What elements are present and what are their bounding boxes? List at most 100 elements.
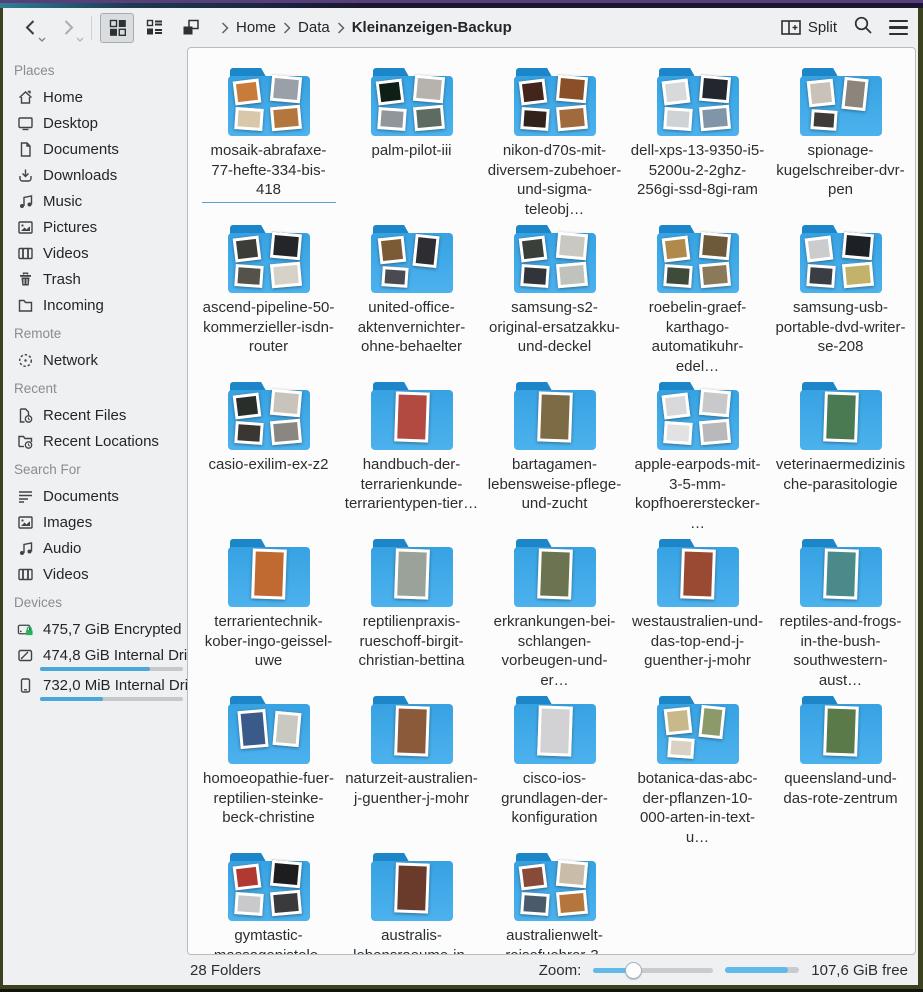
split-label: Split: [808, 19, 837, 36]
sidebar-item-474-8-gib-internal-dri[interactable]: 474,8 GiB Internal Dri…: [3, 642, 187, 672]
photo-thumbnail: [699, 419, 731, 446]
folder-item[interactable]: united-office-aktenvernichter-ohne-behae…: [340, 219, 483, 376]
sidebar-item-label: Home: [43, 89, 83, 106]
film-icon: [17, 245, 34, 262]
hamburger-menu-button[interactable]: [889, 20, 908, 36]
sidebar-item-732-0-mib-internal-dri[interactable]: 732,0 MiB Internal Dri…: [3, 672, 187, 702]
breadcrumb-home[interactable]: Home: [236, 19, 276, 36]
sidebar-item-label: Trash: [43, 271, 81, 288]
folder-item[interactable]: reptiles-and-frogs-in-the-bush-southwest…: [769, 533, 912, 690]
split-button[interactable]: Split: [781, 19, 837, 36]
folder-item[interactable]: botanica-das-abc-der-pflanzen-10-000-art…: [626, 690, 769, 847]
photo-thumbnail: [537, 548, 573, 599]
photo-thumbnail: [394, 862, 430, 913]
folder-item[interactable]: australis-lebensraeume-in-australien: [340, 847, 483, 955]
photo-thumbnail: [234, 421, 263, 445]
folder-item[interactable]: palm-pilot-iii: [340, 62, 483, 219]
sidebar-item-documents[interactable]: Documents: [3, 136, 187, 162]
folder-name: australienwelt-reisefuehrer-3-buecher-de…: [488, 926, 622, 955]
folder-item[interactable]: samsung-s2-original-ersatzakku-und-decke…: [483, 219, 626, 376]
back-button[interactable]: [17, 15, 43, 41]
sidebar-item-label: Recent Files: [43, 407, 126, 424]
sidebar-item-documents[interactable]: Documents: [3, 483, 187, 509]
folder-preview-icon: [370, 539, 454, 607]
zoom-slider[interactable]: [593, 962, 713, 978]
sidebar-item-label: Music: [43, 193, 82, 210]
folder-item[interactable]: erkrankungen-bei-schlangen-vorbeugen-und…: [483, 533, 626, 690]
forward-button[interactable]: [55, 15, 81, 41]
folder-item[interactable]: reptilienpraxis-rueschoff-birgit-christi…: [340, 533, 483, 690]
sidebar-item-475-7-gib-encrypted[interactable]: 475,7 GiB Encrypted …: [3, 616, 187, 642]
sidebar-item-audio[interactable]: Audio: [3, 535, 187, 561]
folder-preview-icon: [656, 382, 740, 450]
sidebar-item-home[interactable]: Home: [3, 84, 187, 110]
folder-name: roebelin-graef-karthago-automatikuhr-ede…: [631, 298, 765, 376]
breadcrumb-current-folder[interactable]: Kleinanzeigen-Backup: [352, 19, 512, 36]
device-usage-bar: [40, 697, 183, 701]
search-button[interactable]: [853, 15, 873, 40]
folder-item[interactable]: roebelin-graef-karthago-automatikuhr-ede…: [626, 219, 769, 376]
folder-item[interactable]: australienwelt-reisefuehrer-3-buecher-de…: [483, 847, 626, 955]
icons-view-icon: [109, 19, 126, 36]
photo-thumbnail: [841, 232, 873, 261]
folder-item[interactable]: dell-xps-13-9350-i5-5200u-2-2ghz-256gi-s…: [626, 62, 769, 219]
sidebar-item-recent-files[interactable]: Recent Files: [3, 402, 187, 428]
sidebar-item-recent-locations[interactable]: Recent Locations: [3, 428, 187, 454]
toolbar: Home Data Kleinanzeigen-Backup Split: [3, 8, 918, 47]
folder-preview-icon: [799, 382, 883, 450]
folder-item[interactable]: veterinaermedizinische-parasitologie: [769, 376, 912, 533]
sidebar-item-label: 474,8 GiB Internal Dri…: [43, 647, 187, 664]
sidebar-item-videos[interactable]: Videos: [3, 240, 187, 266]
folder-item[interactable]: naturzeit-australien-j-guenther-j-mohr: [340, 690, 483, 847]
folder-item[interactable]: mosaik-abrafaxe-77-hefte-334-bis-418: [197, 62, 340, 219]
sidebar-item-music[interactable]: Music: [3, 188, 187, 214]
dolphin-window: Home Data Kleinanzeigen-Backup Split: [3, 8, 918, 985]
photo-thumbnail: [377, 107, 406, 131]
folder-item[interactable]: ascend-pipeline-50-kommerzieller-isdn-ro…: [197, 219, 340, 376]
folder-item[interactable]: casio-exilim-ex-z2: [197, 376, 340, 533]
folder-item[interactable]: gymtastic-massagepistole-mit-akku: [197, 847, 340, 955]
sidebar-item-images[interactable]: Images: [3, 509, 187, 535]
photo-thumbnail: [537, 391, 573, 442]
photo-thumbnail: [663, 707, 692, 736]
folder-item[interactable]: handbuch-der-terrarienkunde-terrarientyp…: [340, 376, 483, 533]
photo-thumbnail: [270, 262, 302, 289]
folder-name: united-office-aktenvernichter-ohne-behae…: [345, 298, 479, 357]
folder-item[interactable]: spionage-kugelschreiber-dvr-pen: [769, 62, 912, 219]
photo-thumbnail: [251, 548, 287, 599]
folder-item[interactable]: samsung-usb-portable-dvd-writer-se-208: [769, 219, 912, 376]
folder-item[interactable]: bartagamen-lebensweise-pflege-und-zucht: [483, 376, 626, 533]
folder-item[interactable]: apple-earpods-mit-3-5-mm-kopfhoerersteck…: [626, 376, 769, 533]
icons-view-button[interactable]: [100, 13, 134, 43]
back-dropdown-caret[interactable]: [38, 37, 46, 42]
sidebar-item-pictures[interactable]: Pictures: [3, 214, 187, 240]
tree-view-button[interactable]: [174, 13, 208, 43]
folder-item[interactable]: westaustralien-und-das-top-end-j-guenthe…: [626, 533, 769, 690]
folder-preview-icon: [656, 225, 740, 293]
breadcrumb-data[interactable]: Data: [298, 19, 330, 36]
sidebar-item-incoming[interactable]: Incoming: [3, 292, 187, 318]
folder-item[interactable]: nikon-d70s-mit-diversem-zubehoer-und-sig…: [483, 62, 626, 219]
folder-item[interactable]: terrarientechnik-kober-ingo-geissel-uwe: [197, 533, 340, 690]
zoom-slider-handle[interactable]: [625, 962, 642, 979]
sidebar-item-desktop[interactable]: Desktop: [3, 110, 187, 136]
forward-dropdown-caret[interactable]: [76, 37, 84, 42]
sidebar-item-label: Videos: [43, 245, 89, 262]
folder-preview-icon: [227, 853, 311, 921]
photo-thumbnail: [699, 105, 731, 132]
sidebar-item-label: Pictures: [43, 219, 97, 236]
folder-item[interactable]: cisco-ios-grundlagen-der-konfiguration: [483, 690, 626, 847]
folders-count: 28 Folders: [190, 962, 261, 979]
folder-item[interactable]: homoeopathie-fuer-reptilien-steinke-beck…: [197, 690, 340, 847]
sidebar-item-label: Incoming: [43, 297, 104, 314]
sidebar-item-network[interactable]: Network: [3, 347, 187, 373]
sidebar-item-downloads[interactable]: Downloads: [3, 162, 187, 188]
details-view-button[interactable]: [137, 13, 171, 43]
sidebar-item-trash[interactable]: Trash: [3, 266, 187, 292]
lines-icon: [17, 488, 34, 505]
folder-preview-icon: [513, 225, 597, 293]
photo-thumbnail: [556, 890, 588, 917]
folder-name: dell-xps-13-9350-i5-5200u-2-2ghz-256gi-s…: [631, 141, 765, 200]
folder-item[interactable]: queensland-und-das-rote-zentrum: [769, 690, 912, 847]
sidebar-item-videos[interactable]: Videos: [3, 561, 187, 587]
